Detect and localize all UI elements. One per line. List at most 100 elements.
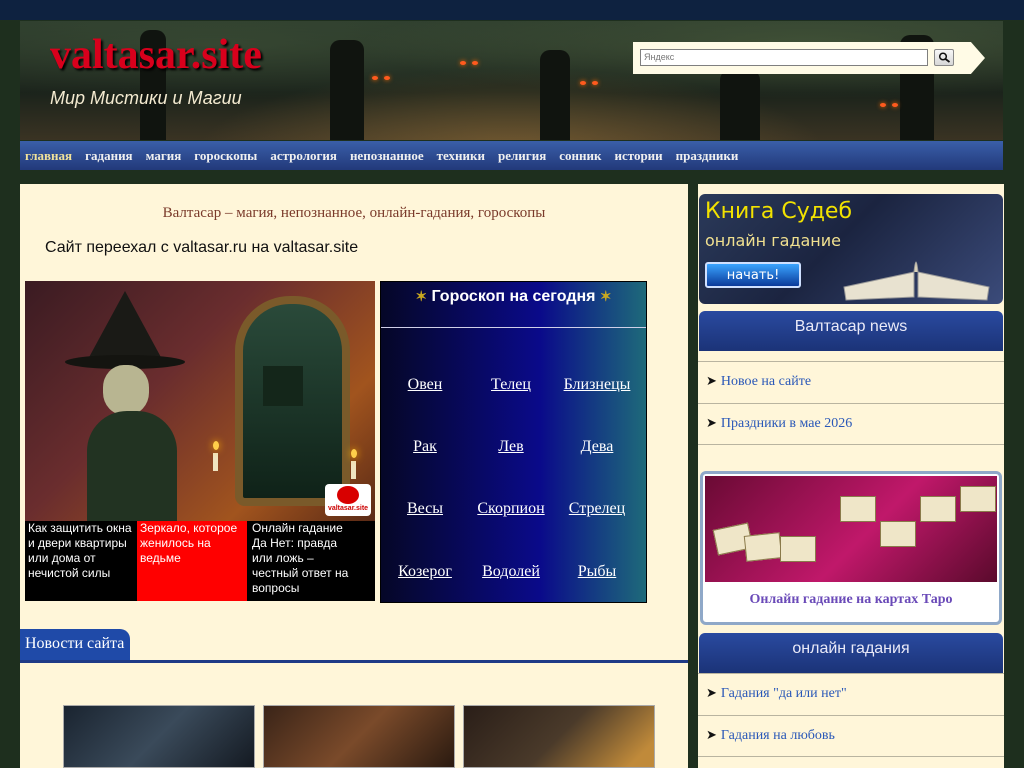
glowing-eye bbox=[580, 81, 586, 85]
star-icon: ✶ bbox=[415, 288, 428, 304]
news-thumbnail[interactable] bbox=[63, 705, 255, 768]
tarot-card bbox=[743, 532, 783, 562]
sign-libra[interactable]: Весы bbox=[381, 500, 469, 518]
nav-item-horoscopes[interactable]: гороскопы bbox=[194, 148, 257, 164]
slider-caption[interactable]: Онлайн гадание Да Нет: правда или ложь –… bbox=[249, 521, 359, 601]
book-of-fates-banner[interactable]: Книга Судеб онлайн гадание начать! bbox=[699, 194, 1003, 304]
sign-virgo[interactable]: Дева bbox=[553, 438, 641, 456]
logo-emblem-icon bbox=[337, 486, 359, 504]
search-input[interactable]: Яндекс bbox=[640, 49, 928, 66]
main-content: Валтасар – магия, непознанное, онлайн-га… bbox=[20, 184, 688, 768]
sign-leo[interactable]: Лев bbox=[467, 438, 555, 456]
news-thumbnail[interactable] bbox=[263, 705, 455, 768]
main-nav: главная гадания магия гороскопы астролог… bbox=[20, 141, 1003, 170]
nav-item-unknown[interactable]: непознанное bbox=[350, 148, 424, 164]
glowing-eye bbox=[460, 61, 466, 65]
article-slider: valtasar.site Как защитить окна и двери … bbox=[25, 281, 375, 601]
sidebar-item-yes-no[interactable]: ➤ Гадания "да или нет" bbox=[698, 673, 1004, 715]
sign-gemini[interactable]: Близнецы bbox=[553, 376, 641, 394]
banner-subtitle: онлайн гадание bbox=[705, 231, 842, 250]
tarot-banner[interactable]: Онлайн гадание на картах Таро bbox=[700, 471, 1002, 625]
nav-item-religion[interactable]: религия bbox=[498, 148, 546, 164]
nav-item-magic[interactable]: магия bbox=[146, 148, 182, 164]
sign-aries[interactable]: Овен bbox=[381, 376, 469, 394]
sign-scorpio[interactable]: Скорпион bbox=[467, 500, 555, 518]
slider-caption-active[interactable]: Зеркало, которое женилось на ведьме bbox=[137, 521, 247, 601]
arrow-icon: ➤ bbox=[706, 686, 717, 701]
sidebar-link[interactable]: Праздники в мае 2026 bbox=[721, 416, 852, 431]
site-logo[interactable]: valtasar.site bbox=[50, 31, 262, 79]
news-thumbnail[interactable] bbox=[463, 705, 655, 768]
sidebar-link[interactable]: Гадания на любовь bbox=[721, 728, 835, 743]
nav-item-astrology[interactable]: астрология bbox=[270, 148, 337, 164]
sidebar-link[interactable]: Гадания "да или нет" bbox=[721, 686, 847, 701]
site-tagline: Мир Мистики и Магии bbox=[50, 88, 242, 108]
news-header: Валтасар news bbox=[699, 311, 1003, 351]
sidebar-item-may-holidays[interactable]: ➤ Праздники в мае 2026 bbox=[698, 403, 1004, 445]
nav-item-holidays[interactable]: праздники bbox=[676, 148, 739, 164]
nav-item-techniques[interactable]: техники bbox=[437, 148, 485, 164]
witch-hat-shape bbox=[87, 291, 163, 361]
arrow-icon: ➤ bbox=[706, 416, 717, 431]
page-title: Валтасар – магия, непознанное, онлайн-га… bbox=[162, 205, 546, 221]
header-tree bbox=[720, 70, 760, 140]
news-divider bbox=[20, 660, 688, 663]
sign-pisces[interactable]: Рыбы bbox=[553, 563, 641, 581]
banner-title: Книга Судеб bbox=[705, 199, 853, 224]
search-icon bbox=[938, 52, 951, 63]
candle-flame bbox=[351, 449, 357, 458]
glowing-eye bbox=[472, 61, 478, 65]
tarot-card bbox=[840, 496, 876, 522]
glowing-eye bbox=[892, 103, 898, 107]
horoscope-widget: ✶ Гороскоп на сегодня ✶ Овен Телец Близн… bbox=[380, 281, 647, 603]
candle bbox=[213, 453, 218, 471]
sidebar-item-love[interactable]: ➤ Гадания на любовь bbox=[698, 715, 1004, 757]
sign-aquarius[interactable]: Водолей bbox=[467, 563, 555, 581]
sign-cancer[interactable]: Рак bbox=[381, 438, 469, 456]
tarot-image bbox=[705, 476, 997, 582]
sidebar-item-new-on-site[interactable]: ➤ Новое на сайте bbox=[698, 361, 1004, 403]
sidebar-link[interactable]: Новое на сайте bbox=[721, 374, 811, 389]
header-tree bbox=[330, 40, 364, 140]
tarot-card bbox=[920, 496, 956, 522]
slider-captions: Как защитить окна и двери квартиры или д… bbox=[25, 521, 375, 601]
glowing-eye bbox=[384, 76, 390, 80]
moved-notice: Сайт переехал с valtasar.ru на valtasar.… bbox=[45, 239, 359, 256]
slider-caption[interactable]: Как защитить окна и двери квартиры или д… bbox=[25, 521, 135, 601]
start-button[interactable]: начать! bbox=[705, 262, 801, 288]
open-book-icon bbox=[843, 261, 990, 301]
glowing-eye bbox=[372, 76, 378, 80]
site-header: valtasar.site Мир Мистики и Магии Яндекс bbox=[20, 21, 1003, 140]
glowing-eye bbox=[880, 103, 886, 107]
star-icon: ✶ bbox=[599, 288, 612, 304]
tarot-caption[interactable]: Онлайн гадание на картах Таро bbox=[703, 592, 999, 608]
slider-logo: valtasar.site bbox=[325, 484, 371, 516]
candle bbox=[351, 461, 356, 479]
online-divination-header: онлайн гадания bbox=[699, 633, 1003, 673]
search-button[interactable] bbox=[934, 49, 954, 66]
sign-sagittarius[interactable]: Стрелец bbox=[553, 500, 641, 518]
horoscope-divider bbox=[381, 327, 646, 328]
house-shape bbox=[263, 366, 303, 406]
glowing-eye bbox=[592, 81, 598, 85]
slider-image[interactable]: valtasar.site bbox=[25, 281, 375, 521]
sign-capricorn[interactable]: Козерог bbox=[381, 563, 469, 581]
header-tree bbox=[540, 50, 570, 140]
nav-item-stories[interactable]: истории bbox=[614, 148, 662, 164]
nav-item-home[interactable]: главная bbox=[25, 148, 72, 164]
slider-logo-text: valtasar.site bbox=[327, 505, 369, 512]
sign-taurus[interactable]: Телец bbox=[467, 376, 555, 394]
nav-item-dreambook[interactable]: сонник bbox=[559, 148, 601, 164]
news-tab[interactable]: Новости сайта bbox=[20, 629, 130, 661]
tarot-card bbox=[880, 521, 916, 547]
top-strip bbox=[0, 0, 1024, 20]
arrow-icon: ➤ bbox=[706, 374, 717, 389]
nav-item-divination[interactable]: гадания bbox=[85, 148, 133, 164]
witch-face bbox=[103, 365, 149, 415]
sidebar: Книга Судеб онлайн гадание начать! Валта… bbox=[698, 184, 1004, 768]
horoscope-title-text: Гороскоп на сегодня bbox=[431, 288, 596, 305]
horoscope-title: ✶ Гороскоп на сегодня ✶ bbox=[381, 288, 646, 306]
arrow-icon: ➤ bbox=[706, 728, 717, 743]
witch-body bbox=[87, 411, 177, 521]
search-box: Яндекс bbox=[633, 42, 985, 74]
